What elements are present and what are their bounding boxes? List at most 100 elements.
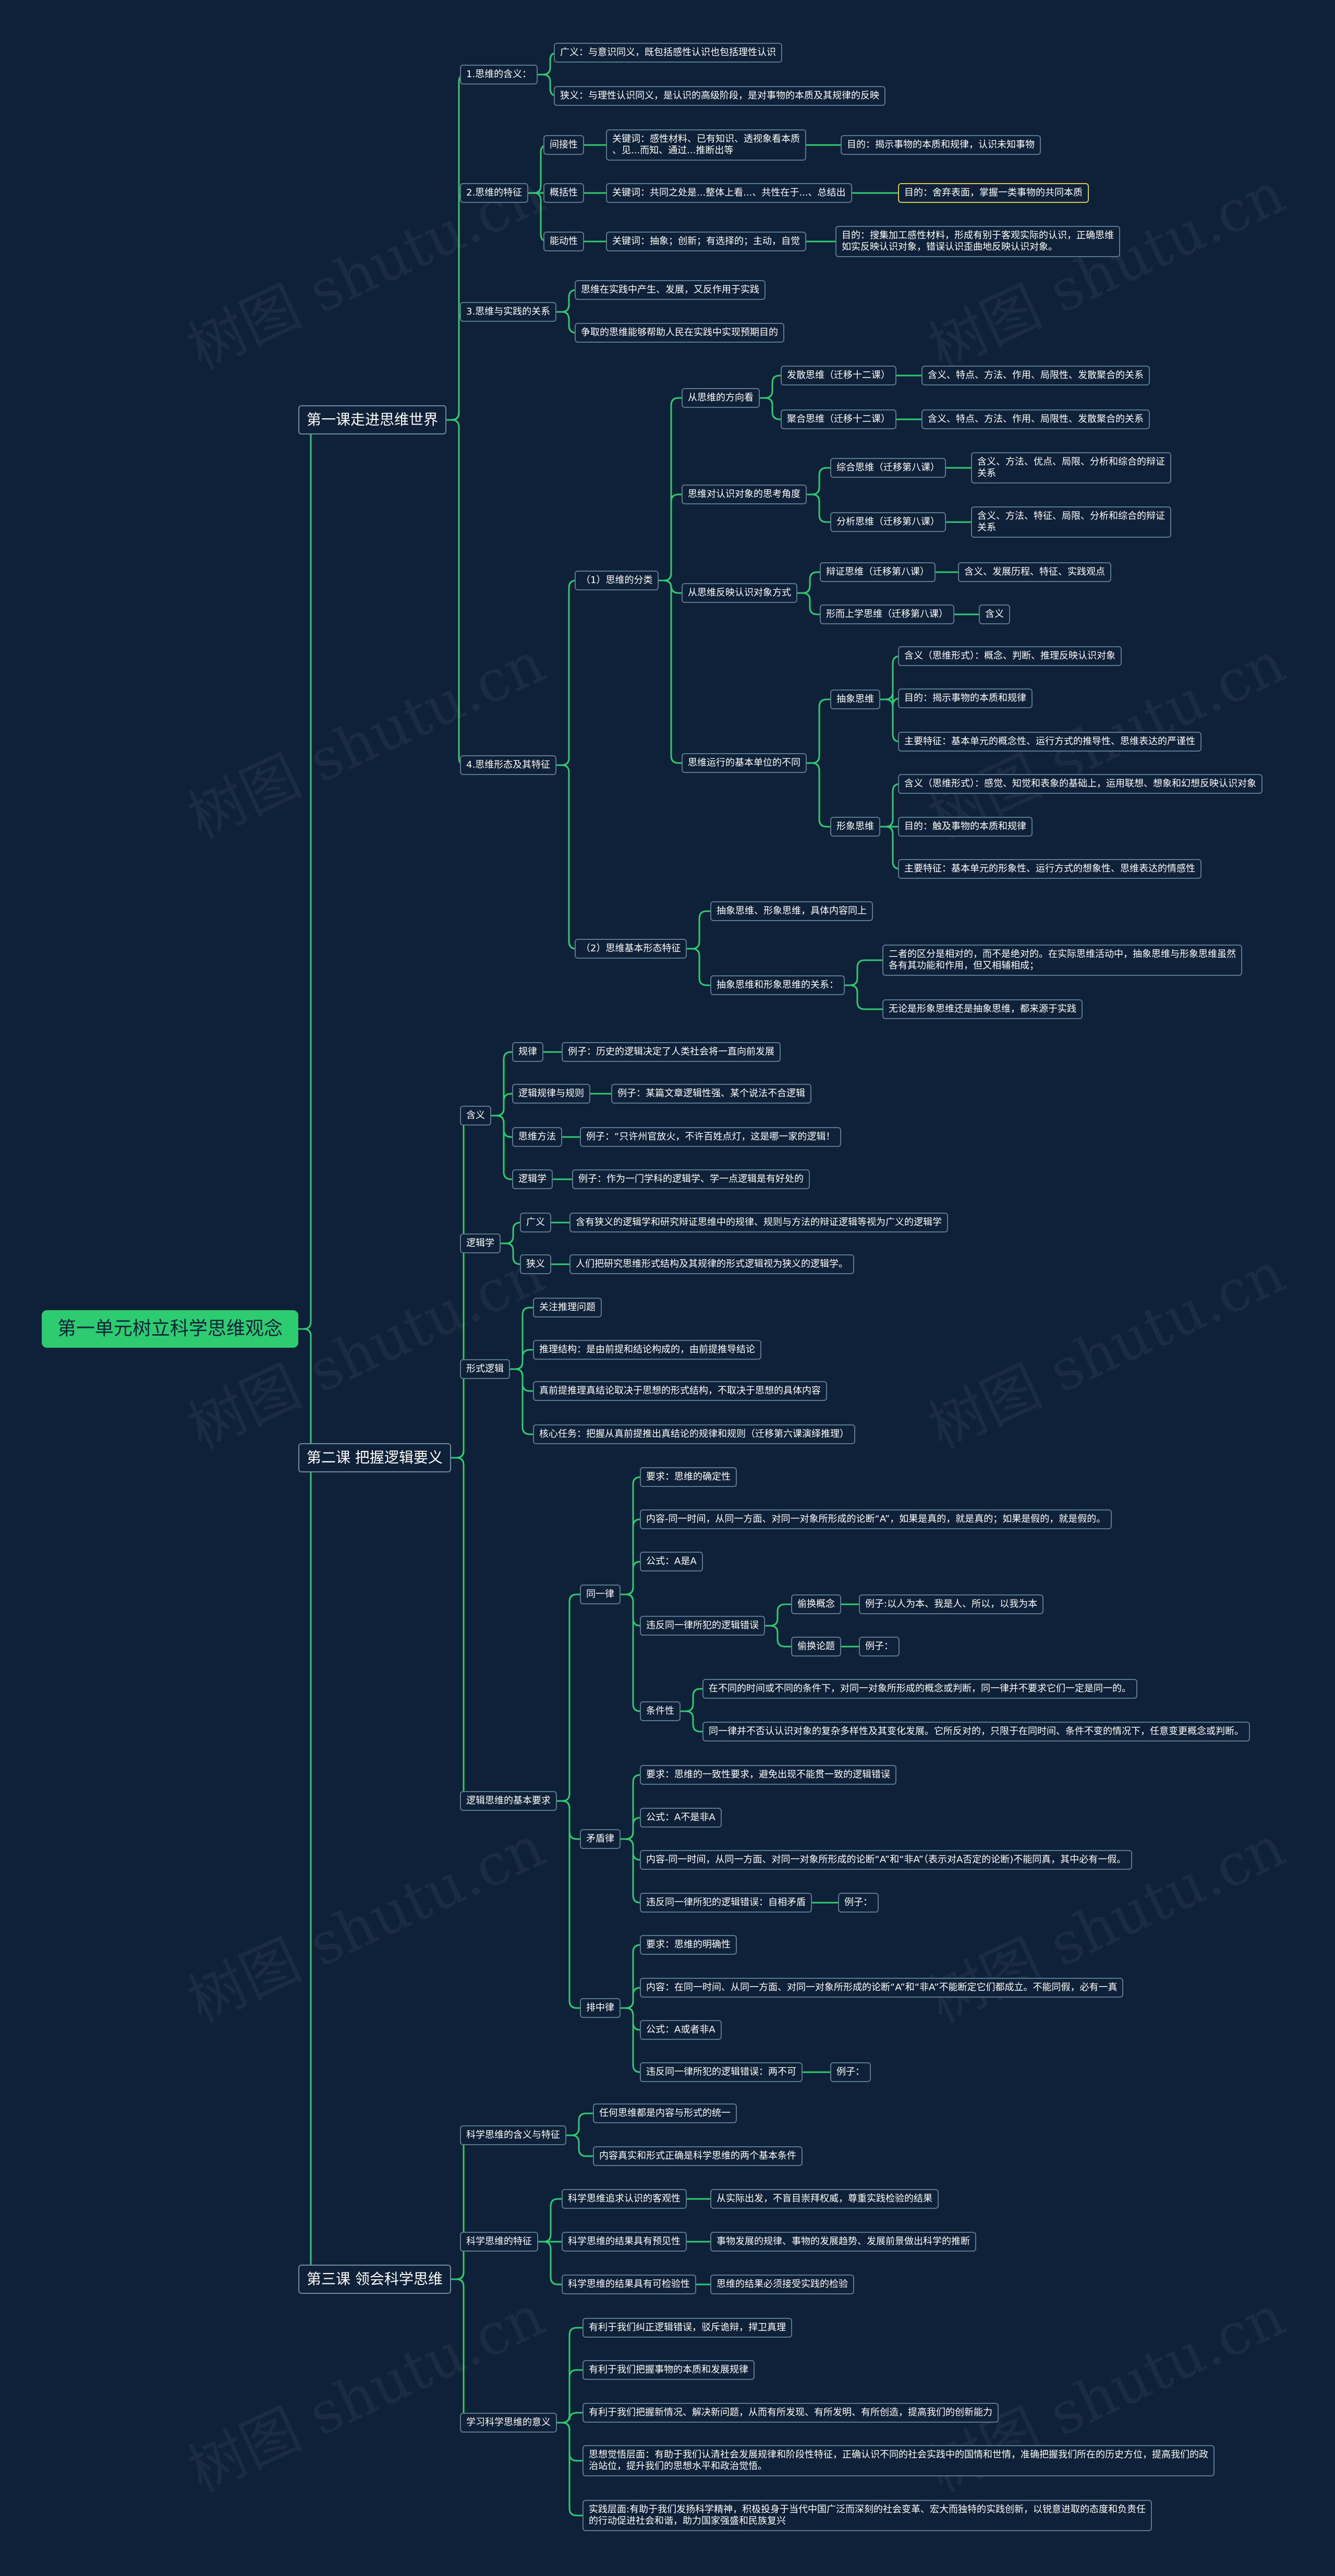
topic-c1d1a1x[interactable]: 含义、特点、方法、作用、局限性、发散聚合的关系 xyxy=(921,366,1150,385)
topic-c3b2[interactable]: 科学思维的结果具有预见性 xyxy=(562,2232,687,2252)
topic-c2d1c[interactable]: 公式：A是A xyxy=(640,1552,703,1571)
topic-c1a1[interactable]: 广义：与意识同义，既包括感性认识也包括理性认识 xyxy=(554,43,782,63)
root-topic[interactable]: 第一单元树立科学思维观念 xyxy=(42,1310,299,1348)
topic-c2d1d[interactable]: 违反同一律所犯的逻辑错误 xyxy=(640,1616,765,1636)
topic-c1b2a[interactable]: 关键词：共同之处是...整体上看...、共性在于...、总结出 xyxy=(606,183,852,203)
topic-c2d1b[interactable]: 内容-同一时间，从同一方面、对同一对象所形成的论断“A”，如果是真的，就是真的；… xyxy=(640,1509,1112,1529)
topic-c3b3x[interactable]: 思维的结果必须接受实践的检验 xyxy=(710,2275,854,2294)
topic-c2d1a[interactable]: 要求：思维的确定性 xyxy=(640,1467,737,1487)
topic-c1d1d1b[interactable]: 目的：揭示事物的本质和规律 xyxy=(898,688,1033,708)
topic-c1d1b1x[interactable]: 含义、方法、优点、局限、分析和综合的辩证 关系 xyxy=(971,452,1171,483)
topic-c1d1d[interactable]: 思维运行的基本单位的不同 xyxy=(682,753,807,773)
main-topic-c1[interactable]: 第一课走进思维世界 xyxy=(298,405,447,434)
topic-c3c3[interactable]: 有利于我们把握新情况、解决新问题，从而有所发现、有所发明、有所创造，提高我们的创… xyxy=(582,2403,999,2423)
topic-c1c2[interactable]: 争取的思维能够帮助人民在实践中实现预期目的 xyxy=(575,323,784,343)
topic-c2a1[interactable]: 规律 xyxy=(512,1042,543,1062)
topic-c2d3d[interactable]: 违反同一律所犯的逻辑错误：两不可 xyxy=(640,2062,803,2082)
topic-c2d1d1x[interactable]: 例子:以人为本、我是人、所以，以我为本 xyxy=(859,1594,1044,1614)
topic-c2d1e2[interactable]: 同一律并不否认认识对象的复杂多样性及其变化发展。它所反对的，只限于在同时间、条件… xyxy=(702,1722,1250,1741)
topic-c2a2x[interactable]: 例子：某篇文章逻辑性强、某个说法不合逻辑 xyxy=(611,1084,811,1104)
topic-c2c4[interactable]: 核心任务：把握从真前提推出真结论的规律和规则（迁移第六课演绎推理） xyxy=(533,1424,855,1444)
topic-c1b2a1[interactable]: 目的：舍弃表面，掌握一类事物的共同本质 xyxy=(898,183,1089,203)
topic-c2a1x[interactable]: 例子：历史的逻辑决定了人类社会将一直向前发展 xyxy=(562,1042,781,1062)
topic-c1d1c2x[interactable]: 含义 xyxy=(979,604,1010,624)
topic-c2a3[interactable]: 思维方法 xyxy=(512,1127,562,1147)
topic-c3b2x[interactable]: 事物发展的规律、事物的发展趋势、发展前景做出科学的推断 xyxy=(710,2232,976,2252)
topic-c2d[interactable]: 逻辑思维的基本要求 xyxy=(460,1791,557,1811)
topic-c2d2d[interactable]: 违反同一律所犯的逻辑错误：自相矛盾 xyxy=(640,1893,812,1913)
topic-c3a2[interactable]: 内容真实和形式正确是科学思维的两个基本条件 xyxy=(593,2146,803,2166)
topic-c1d1d1a[interactable]: 含义（思维形式）：概念、判断、推理反映认识对象 xyxy=(898,646,1122,666)
topic-c1d1d2a[interactable]: 含义（思维形式）：感觉、知觉和表象的基础上，运用联想、想象和幻想反映认识对象 xyxy=(898,774,1263,794)
topic-c1b1a[interactable]: 关键词：感性材料、已有知识、透视象看本质 、见...而知、通过...推断出等 xyxy=(606,129,806,161)
topic-c1d1d2[interactable]: 形象思维 xyxy=(830,817,880,837)
topic-c1c1[interactable]: 思维在实践中产生、发展，又反作用于实践 xyxy=(575,280,766,300)
topic-c1d1a[interactable]: 从思维的方向看 xyxy=(682,388,760,408)
topic-c2b2[interactable]: 狭义 xyxy=(520,1254,551,1274)
topic-c1d1[interactable]: （1）思维的分类 xyxy=(575,571,659,590)
topic-c3a[interactable]: 科学思维的含义与特征 xyxy=(460,2125,566,2145)
topic-c1b1a1[interactable]: 目的：揭示事物的本质和规律，认识未知事物 xyxy=(841,135,1041,155)
topic-c1d2a[interactable]: 抽象思维、形象思维，具体内容同上 xyxy=(710,901,873,921)
topic-c1d2b2[interactable]: 无论是形象思维还是抽象思维，都来源于实践 xyxy=(882,999,1083,1019)
topic-c2c1[interactable]: 关注推理问题 xyxy=(533,1298,602,1317)
topic-c2d3b[interactable]: 内容：在同一时间、从同一方面、对同一对象所形成的论断“A”和“非A”不能断定它们… xyxy=(640,1978,1124,1998)
topic-c1d1c1x[interactable]: 含义、发展历程、特征、实践观点 xyxy=(958,562,1111,582)
topic-c1b3[interactable]: 能动性 xyxy=(543,232,584,251)
topic-c1b3a1[interactable]: 目的：搜集加工感性材料，形成有别于客观实际的认识，正确思维 如实反映认识对象，错… xyxy=(835,226,1120,257)
topic-c1d1a2x[interactable]: 含义、特点、方法、作用、局限性、发散聚合的关系 xyxy=(921,409,1150,429)
topic-c3c[interactable]: 学习科学思维的意义 xyxy=(460,2413,557,2433)
topic-c2d3dx[interactable]: 例子： xyxy=(830,2062,871,2082)
topic-c2d3c[interactable]: 公式：A或者非A xyxy=(640,2020,722,2040)
topic-c2b1x[interactable]: 含有狭义的逻辑学和研究辩证思维中的规律、规则与方法的辩证逻辑等视为广义的逻辑学 xyxy=(569,1213,948,1232)
topic-c1d1d2c[interactable]: 主要特征：基本单元的形象性、运行方式的想象性、思维表达的情感性 xyxy=(898,859,1202,879)
topic-c2d1[interactable]: 同一律 xyxy=(580,1585,621,1604)
topic-c2b2x[interactable]: 人们把研究思维形式结构及其规律的形式逻辑视为狭义的逻辑学。 xyxy=(569,1254,854,1274)
topic-c1d1a1[interactable]: 发散思维（迁移十二课） xyxy=(781,366,896,385)
topic-c2d1e[interactable]: 条件性 xyxy=(640,1701,681,1721)
topic-c1d1c2[interactable]: 形而上学思维（迁移第八课） xyxy=(820,604,954,624)
topic-c1d1d1c[interactable]: 主要特征：基本单元的概念性、运行方式的推导性、思维表达的严谨性 xyxy=(898,732,1202,752)
topic-c2a4[interactable]: 逻辑学 xyxy=(512,1169,553,1189)
topic-c1d2b[interactable]: 抽象思维和形象思维的关系： xyxy=(710,975,845,995)
topic-c1d1b[interactable]: 思维对认识对象的思考角度 xyxy=(682,485,807,504)
main-topic-c2[interactable]: 第二课 把握逻辑要义 xyxy=(298,1443,451,1472)
topic-c1d2b1[interactable]: 二者的区分是相对的，而不是绝对的。在实际思维活动中，抽象思维与形象思维虽然 各有… xyxy=(882,945,1242,976)
topic-c2d2[interactable]: 矛盾律 xyxy=(580,1829,621,1849)
topic-c1b2[interactable]: 概括性 xyxy=(543,183,584,203)
topic-c3b3[interactable]: 科学思维的结果具有可检验性 xyxy=(562,2275,696,2294)
topic-c1d1a2[interactable]: 聚合思维（迁移十二课） xyxy=(781,409,896,429)
topic-c1a[interactable]: 1.思维的含义： xyxy=(460,65,538,84)
topic-c2a3x[interactable]: 例子：“只许州官放火，不许百姓点灯，这是哪一家的逻辑！ xyxy=(580,1127,842,1147)
topic-c2d2c[interactable]: 内容-同一时间，从同一方面、对同一对象所形成的论断“A”和“非A”（表示对A否定… xyxy=(640,1850,1133,1870)
topic-c3b[interactable]: 科学思维的特征 xyxy=(460,2232,538,2252)
topic-c2d2dx[interactable]: 例子： xyxy=(838,1893,879,1913)
topic-c1d1b2[interactable]: 分析思维（迁移第八课） xyxy=(830,512,946,532)
topic-c1d2[interactable]: （2）思维基本形态特征 xyxy=(575,939,687,959)
topic-c2a[interactable]: 含义 xyxy=(460,1106,491,1126)
main-topic-c3[interactable]: 第三课 领会科学思维 xyxy=(298,2265,451,2294)
topic-c1d1d1[interactable]: 抽象思维 xyxy=(830,690,880,709)
topic-c2c2[interactable]: 推理结构：是由前提和结论构成的，由前提推导结论 xyxy=(533,1340,761,1360)
topic-c1d1c1[interactable]: 辩证思维（迁移第八课） xyxy=(820,562,936,582)
topic-c2d2a[interactable]: 要求：思维的一致性要求，避免出现不能贯一致的逻辑错误 xyxy=(640,1765,896,1785)
topic-c1d1b1[interactable]: 综合思维（迁移第八课） xyxy=(830,458,946,478)
topic-c1d1b2x[interactable]: 含义、方法、特征、局限、分析和综合的辩证 关系 xyxy=(971,506,1171,538)
topic-c3a1[interactable]: 任何思维都是内容与形式的统一 xyxy=(593,2103,737,2123)
topic-c3c1[interactable]: 有利于我们纠正逻辑错误，驳斥诡辩，捍卫真理 xyxy=(582,2318,792,2338)
topic-c2d1d1[interactable]: 偷换概念 xyxy=(791,1594,841,1614)
topic-c2c3[interactable]: 真前提推理真结论取决于思想的形式结构，不取决于思想的具体内容 xyxy=(533,1381,827,1401)
topic-c2d1d2[interactable]: 偷换论题 xyxy=(791,1637,841,1656)
topic-c1d1d2b[interactable]: 目的：触及事物的本质和规律 xyxy=(898,817,1033,837)
topic-c1c[interactable]: 3.思维与实践的关系 xyxy=(460,302,557,322)
topic-c1b3a[interactable]: 关键词：抽象；创新；有选择的；主动，自觉 xyxy=(606,232,806,251)
topic-c3b1[interactable]: 科学思维追求认识的客观性 xyxy=(562,2189,687,2209)
topic-c1b[interactable]: 2.思维的特征 xyxy=(460,183,529,203)
topic-c3b1x[interactable]: 从实际出发，不盲目崇拜权威，尊重实践检验的结果 xyxy=(710,2189,939,2209)
topic-c1d1c[interactable]: 从思维反映认识对象方式 xyxy=(682,583,797,603)
topic-c2d3a[interactable]: 要求：思维的明确性 xyxy=(640,1935,737,1955)
topic-c3c2[interactable]: 有利于我们把握事物的本质和发展规律 xyxy=(582,2360,755,2380)
topic-c2d1e1[interactable]: 在不同的时间或不同的条件下，对同一对象所形成的概念或判断，同一律并不要求它们一定… xyxy=(702,1679,1137,1699)
topic-c1b1[interactable]: 间接性 xyxy=(543,135,584,155)
topic-c1d[interactable]: 4.思维形态及其特征 xyxy=(460,755,557,775)
